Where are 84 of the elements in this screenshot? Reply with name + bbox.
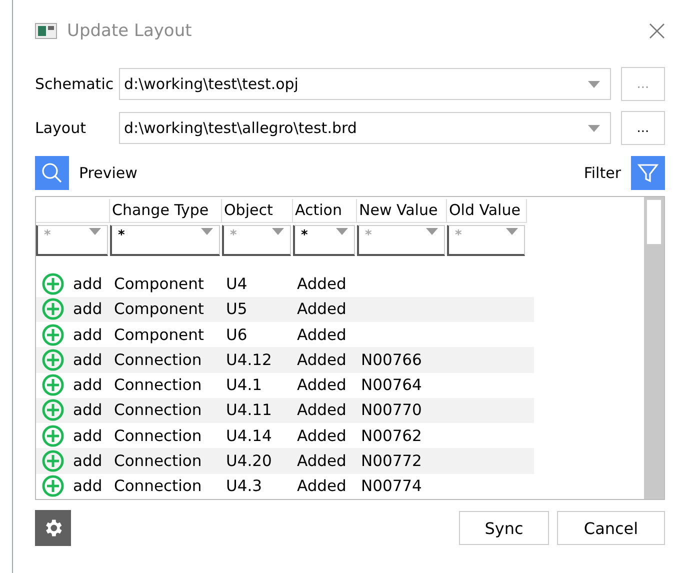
table-cell-text: Added <box>296 477 348 496</box>
field-label: Layout <box>35 119 87 137</box>
table-cell: add <box>73 401 102 420</box>
plus-circle-icon <box>42 399 64 422</box>
table-cell-text: U5 <box>225 300 248 318</box>
table-cell-text: Added <box>296 300 348 318</box>
dropdown-arrow-icon <box>588 80 600 88</box>
table-cell-text: N00766 <box>360 350 423 369</box>
table-cell-text: Component <box>113 326 205 344</box>
table-cell-text: N00772 <box>360 452 423 470</box>
dropdown-arrow-icon <box>89 228 101 235</box>
plus-circle-icon <box>42 374 64 396</box>
browse-button[interactable]: ... <box>621 111 665 145</box>
plus-circle-icon <box>42 450 64 472</box>
column-header[interactable]: Old Value <box>447 199 527 223</box>
scrollbar[interactable] <box>644 197 664 499</box>
dialog-button[interactable]: Sync <box>459 511 549 545</box>
plus-circle-icon <box>42 348 64 371</box>
dropdown-arrow-icon <box>588 124 600 132</box>
close-icon[interactable] <box>649 23 665 39</box>
preview-button[interactable] <box>35 156 69 190</box>
path-dropdown[interactable]: d:\working\test\allegro\test.brd <box>119 112 611 144</box>
search-icon <box>41 162 63 184</box>
table-cell-text: U4.12 <box>225 350 273 369</box>
table-cell-text: Added <box>296 274 348 293</box>
preview-label: Preview <box>79 164 138 182</box>
filter-dropdown[interactable]: * <box>110 224 220 256</box>
column-header[interactable]: Object <box>222 199 293 223</box>
table-cell-text: Component <box>113 300 205 318</box>
table-cell-text: Connection <box>113 426 203 445</box>
table-cell: add <box>73 350 102 369</box>
table-cell-text: N00762 <box>360 426 423 445</box>
table-cell-text: Component <box>113 274 205 293</box>
plus-circle-icon <box>42 298 64 320</box>
table-cell-text: U6 <box>225 326 248 344</box>
filter-button[interactable] <box>631 156 665 190</box>
table-cell-text: U4.1 <box>225 376 263 394</box>
column-header[interactable]: Action <box>293 199 357 223</box>
table-cell-text: Added <box>296 452 348 470</box>
dropdown-arrow-icon <box>336 228 348 235</box>
table-cell: add <box>73 452 102 470</box>
table-cell-text: Connection <box>113 452 203 470</box>
table-cell-text: U4.11 <box>225 401 273 420</box>
filter-dropdown[interactable]: * <box>293 224 355 256</box>
table-cell: add <box>73 274 102 293</box>
table-cell-text: Connection <box>113 477 203 496</box>
table-cell-text: U4 <box>225 274 248 293</box>
table-cell-text: U4.20 <box>225 452 273 470</box>
table-cell: add <box>73 426 102 445</box>
table-cell-text: Added <box>296 326 348 344</box>
window-title: Update Layout <box>67 21 193 41</box>
table-cell-text: U4.3 <box>225 477 263 496</box>
plus-circle-icon <box>42 424 64 447</box>
table-cell-text: U4.14 <box>225 426 273 445</box>
column-header[interactable]: New Value <box>357 199 447 223</box>
dropdown-arrow-icon <box>272 228 284 235</box>
table-cell-text: Connection <box>113 376 203 394</box>
filter-label: Filter <box>584 164 621 182</box>
column-header[interactable]: Change Type <box>110 199 222 223</box>
settings-button[interactable] <box>35 510 71 546</box>
plus-circle-icon <box>42 324 64 346</box>
plus-circle-icon <box>42 475 64 498</box>
table-cell: add <box>73 326 102 344</box>
table-cell: add <box>73 477 102 496</box>
dropdown-arrow-icon <box>426 228 438 235</box>
table-cell-text: N00770 <box>360 401 423 420</box>
table-cell-text: Added <box>296 426 348 445</box>
table-cell-text: Added <box>296 350 348 369</box>
plus-circle-icon <box>42 272 64 295</box>
table-cell-text: Added <box>296 376 348 394</box>
table-cell-text: N00764 <box>360 376 423 394</box>
dialog-button[interactable]: Cancel <box>557 511 665 545</box>
table-cell: add <box>73 376 102 394</box>
table-cell-text: N00774 <box>360 477 423 496</box>
dropdown-arrow-icon <box>201 228 213 235</box>
window-icon <box>35 23 57 39</box>
field-label: Schematic <box>35 75 115 93</box>
path-dropdown[interactable]: d:\working\test\test.opj <box>119 68 611 100</box>
dropdown-arrow-icon <box>506 228 518 235</box>
table-cell-text: Connection <box>113 350 203 369</box>
table-cell-text: Connection <box>113 401 203 420</box>
table-cell-text: Added <box>296 401 348 420</box>
table-cell: add <box>73 300 102 318</box>
filter-icon <box>637 162 659 184</box>
